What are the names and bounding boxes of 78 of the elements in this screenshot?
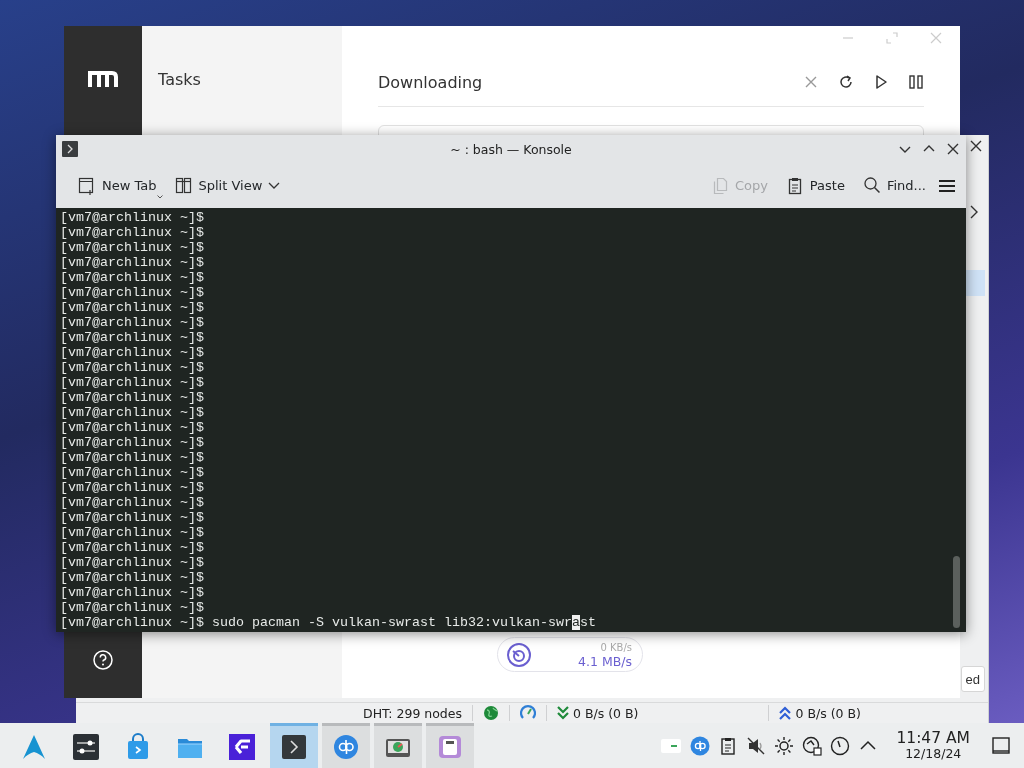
globe-icon [483,705,499,721]
partial-button[interactable]: ed [961,666,985,692]
refresh-icon[interactable] [838,74,854,90]
app-logo-icon [228,733,256,761]
panel-title: Tasks [158,70,202,89]
window-title: ~ : bash — Konsole [449,141,573,157]
menu-icon[interactable] [938,178,956,193]
brightness-icon[interactable] [774,735,795,756]
terminal-line: [vm7@archlinux ~]$ [60,300,205,315]
logo-icon[interactable] [88,70,118,88]
terminal-line: [vm7@archlinux ~]$ [60,315,205,330]
search-icon [862,176,881,195]
split-view-icon [174,176,193,195]
terminal-line: [vm7@archlinux ~]$ [60,435,205,450]
terminal-line: [vm7@archlinux ~]$ [60,375,205,390]
dht-status: DHT: 299 nodes [363,705,462,721]
terminal-line: [vm7@archlinux ~]$ [60,540,205,555]
terminal-line: [vm7@archlinux ~]$ [60,330,205,345]
upload-speed: 0 KB/s [600,640,632,655]
terminal-icon [280,733,308,761]
terminal-line: [vm7@archlinux ~]$ [60,420,205,435]
terminal-line: [vm7@archlinux ~]$ [60,345,205,360]
upload-speed: 0 B/s (0 B) [795,705,861,721]
selected-row[interactable] [965,270,985,296]
clock-date[interactable]: 12/18/24 [905,745,962,762]
terminal-line: [vm7@archlinux ~]$ [60,255,205,270]
qb-icon [332,733,360,761]
terminal-line: [vm7@archlinux ~]$ [60,495,205,510]
terminal-line: [vm7@archlinux ~]$ [60,585,205,600]
upload-arrows-icon [779,706,792,720]
qb-icon[interactable] [690,735,711,756]
terminal-line: [vm7@archlinux ~]$ [60,210,205,225]
toolbar-button[interactable]: Find... [856,172,932,199]
help-icon[interactable] [93,650,113,670]
clock-time[interactable]: 11:47 AM [896,729,970,746]
chevron-down-icon[interactable] [268,181,281,190]
close-icon[interactable] [970,140,982,152]
floppy-icon [436,733,464,761]
terminal-line: [vm7@archlinux ~]$ [60,285,205,300]
close-icon[interactable] [946,142,960,156]
terminal-line: [vm7@archlinux ~]$ [60,240,205,255]
toolbar-button[interactable]: Split View [168,172,287,199]
pause-icon[interactable] [908,74,924,90]
taskbar-app[interactable] [270,723,318,768]
speedometer-icon [506,641,532,668]
terminal-line: [vm7@archlinux ~]$ [60,405,205,420]
terminal-line: [vm7@archlinux ~]$ [60,270,205,285]
terminal-line: [vm7@archlinux ~]$ [60,480,205,495]
terminal-line: [vm7@archlinux ~]$ [60,600,205,615]
terminal-line: [vm7@archlinux ~]$ [60,450,205,465]
taskbar-app[interactable] [374,723,422,768]
muted-speaker-icon[interactable] [746,735,767,756]
download-speed: 0 B/s (0 B) [573,705,639,721]
chevron-right-icon[interactable] [970,205,978,219]
show-desktop-icon[interactable] [992,736,1010,755]
list-title: Downloading [378,72,484,92]
gauge-icon [520,705,536,721]
play-icon[interactable] [874,74,888,90]
network-icon[interactable] [802,735,823,756]
terminal-icon[interactable] [62,141,78,157]
caret-icon [156,195,163,199]
terminal-line: [vm7@archlinux ~]$ [60,555,205,570]
download-arrows-icon [557,706,569,720]
sliders-icon [72,733,100,761]
launcher-icon [20,733,48,761]
terminal-line: [vm7@archlinux ~]$ [60,570,205,585]
download-speed: 4.1 MB/s [578,654,632,669]
terminal-line: [vm7@archlinux ~]$ [60,465,205,480]
scrollbar-thumb[interactable] [953,556,960,628]
new-tab-icon [78,176,96,195]
terminal-line: [vm7@archlinux ~]$ [60,360,205,375]
terminal-line: [vm7@archlinux ~]$ [60,525,205,540]
terminal-line: [vm7@archlinux ~]$ [60,225,205,240]
terminal-line: [vm7@archlinux ~]$ [60,390,205,405]
toolbar-button[interactable]: New Tab [72,172,163,199]
terminal-line: [vm7@archlinux ~]$ [60,510,205,525]
toolbar-button[interactable]: Paste [779,172,851,199]
gauge-icon[interactable] [830,735,851,756]
